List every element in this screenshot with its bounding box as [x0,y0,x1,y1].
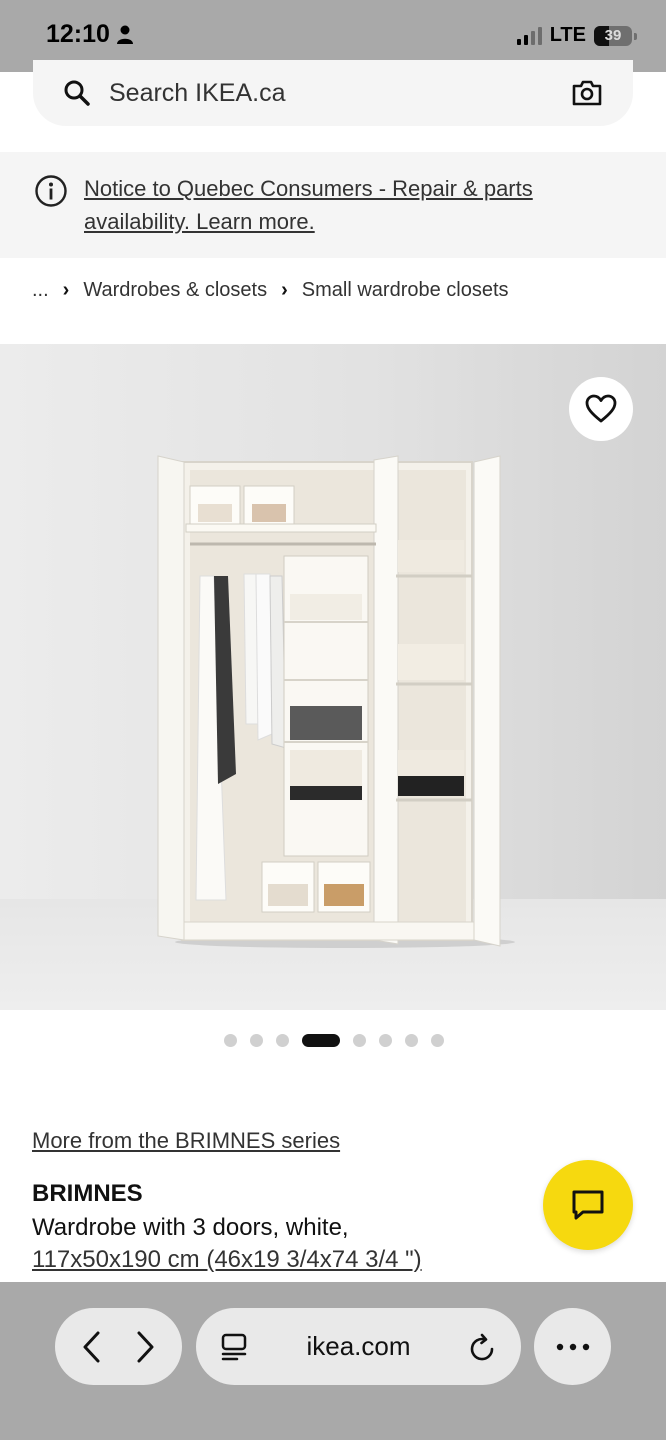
chevron-right-icon: › [281,279,288,301]
status-time: 12:10 [46,20,134,49]
heart-icon [585,394,617,423]
carousel-dot[interactable] [405,1034,418,1047]
carousel-dot[interactable] [224,1034,237,1047]
notice-banner: Notice to Quebec Consumers - Repair & pa… [0,152,666,258]
ellipsis-icon [556,1343,589,1350]
breadcrumb: ... › Wardrobes & closets › Small wardro… [32,279,509,302]
url-text[interactable]: ikea.com [248,1331,469,1362]
time-text: 12:10 [46,20,110,48]
camera-icon[interactable] [571,79,603,107]
product-description: Wardrobe with 3 doors, white, [32,1214,349,1241]
person-icon [116,25,133,44]
carousel-dot[interactable] [379,1034,392,1047]
favorite-button[interactable] [569,377,633,441]
product-image[interactable] [0,344,666,1010]
forward-icon[interactable] [133,1330,157,1364]
network-label: LTE [549,24,586,46]
series-link[interactable]: More from the BRIMNES series [32,1128,340,1154]
product-dimensions-link[interactable]: 117x50x190 cm (46x19 3/4x74 3/4 ") [32,1244,422,1276]
carousel-dot-active[interactable] [302,1034,340,1047]
battery-level: 39 [604,27,622,44]
nav-buttons [55,1308,182,1385]
more-button[interactable] [534,1308,611,1385]
carousel-dot[interactable] [250,1034,263,1047]
battery-icon: 39 [594,25,637,46]
notice-link[interactable]: Notice to Quebec Consumers - Repair & pa… [84,172,533,258]
back-icon[interactable] [80,1330,104,1364]
status-indicators: LTE 39 [516,24,637,47]
carousel-dot[interactable] [276,1034,289,1047]
carousel-indicator [224,1034,444,1047]
product-name: BRIMNES [32,1180,143,1207]
breadcrumb-ellipsis[interactable]: ... [32,279,49,302]
reload-icon[interactable] [469,1332,497,1362]
address-bar[interactable]: ikea.com [196,1308,521,1385]
search-icon [64,80,90,106]
chevron-right-icon: › [62,279,70,301]
chat-button[interactable] [543,1160,633,1250]
notice-line-1: Notice to Quebec Consumers - Repair & pa… [84,176,533,201]
search-input[interactable]: Search IKEA.ca [109,79,571,108]
notice-line-2: availability. Learn more. [84,209,315,234]
chat-icon [572,1190,604,1220]
carousel-dot[interactable] [353,1034,366,1047]
page-menu-icon[interactable] [220,1332,248,1362]
breadcrumb-item-wardrobes[interactable]: Wardrobes & closets [83,279,267,302]
breadcrumb-item-small-wardrobes[interactable]: Small wardrobe closets [302,279,509,302]
browser-toolbar: ikea.com [0,1282,666,1440]
signal-icon [516,26,542,45]
search-bar[interactable]: Search IKEA.ca [33,60,633,126]
info-icon [35,175,67,207]
carousel-dot[interactable] [431,1034,444,1047]
wardrobe-illustration [157,455,515,948]
